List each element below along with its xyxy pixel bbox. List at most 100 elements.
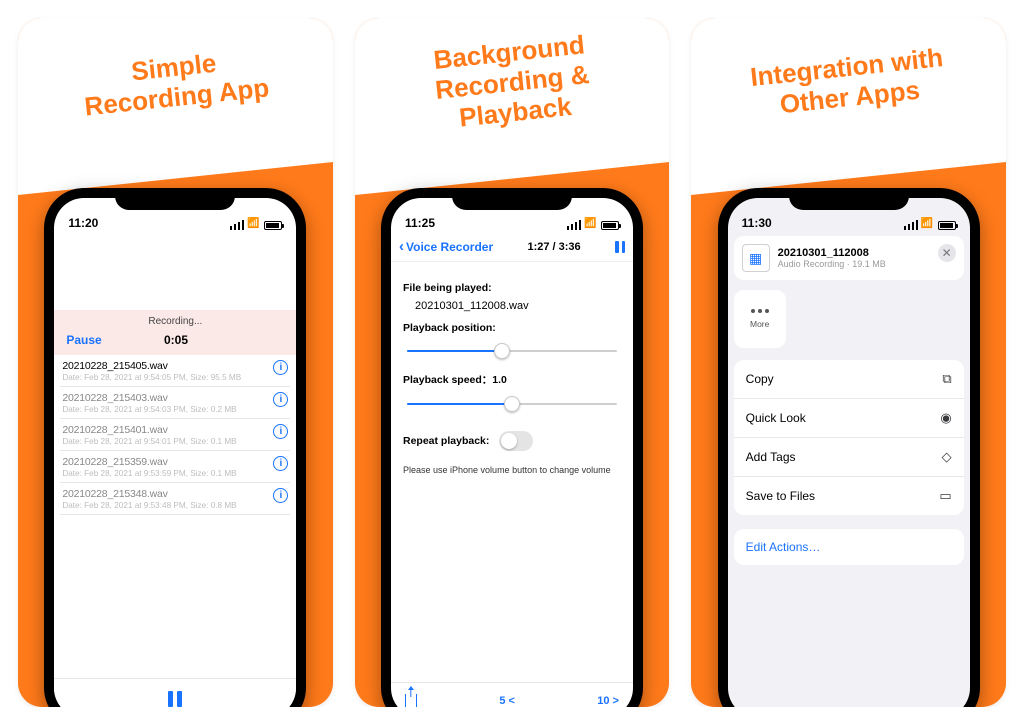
file-name: 20210228_215401.wav [62,424,267,436]
file-name: 20210228_215348.wav [62,488,267,500]
panel-title: Integration with Other Apps [719,40,977,126]
eye-icon: ◉ [940,410,951,426]
device-notch [452,188,572,210]
action-label: Quick Look [746,411,806,425]
playback-position-label: Playback position: [403,322,621,334]
file-meta: Date: Feb 28, 2021 at 9:54:03 PM, Size: … [62,405,267,414]
pause-icon[interactable] [168,691,182,707]
action-save-to-files[interactable]: Save to Files ▭ [734,477,964,515]
seek-back-button[interactable]: 5 < [499,695,515,707]
repeat-label: Repeat playback: [403,435,489,447]
edit-actions-button[interactable]: Edit Actions… [734,529,964,565]
playback-speed-label: Playback speed：1.0 [403,372,621,387]
volume-hint: Please use iPhone volume button to chang… [403,465,621,475]
device-frame: 11:20 Recording... Pause 0:05 [44,188,306,707]
panel-title-band: Simple Recording App [18,18,333,198]
wifi-icon [585,220,597,230]
pause-button[interactable]: Pause [66,333,101,347]
file-being-played-value: 20210301_112008.wav [415,300,621,312]
info-icon[interactable]: i [273,488,288,503]
app-screen-recording: 11:20 Recording... Pause 0:05 [54,198,296,707]
status-icons [230,220,282,230]
playback-progress-label: 1:27 / 3:36 [493,241,615,253]
wifi-icon [922,220,934,230]
nav-bar: ‹ Voice Recorder 1:27 / 3:36 [391,232,633,262]
promo-panels: Simple Recording App 11:20 Recording... … [0,0,1024,707]
signal-icon [567,220,581,230]
share-file-subtitle: Audio Recording · 19.1 MB [778,259,886,269]
share-file-title: 20210301_112008 [778,247,886,259]
battery-icon [938,221,956,230]
actions-list: Copy ⧉ Quick Look ◉ Add Tags ◇ Save to F… [734,360,964,515]
file-meta: Date: Feb 28, 2021 at 9:53:59 PM, Size: … [62,469,267,478]
app-screen-playback: 11:25 ‹ Voice Recorder 1:27 / 3:36 [391,198,633,707]
status-time: 11:20 [68,216,98,230]
wifi-icon [248,220,260,230]
promo-panel-3: Integration with Other Apps 11:30 ▦ 2021… [691,18,1006,707]
file-name: 20210228_215403.wav [62,392,267,404]
audio-file-icon: ▦ [742,244,770,272]
panel-title: Simple Recording App [50,40,300,125]
action-copy[interactable]: Copy ⧉ [734,360,964,399]
list-item[interactable]: 20210228_215348.wav Date: Feb 28, 2021 a… [60,483,290,515]
battery-icon [264,221,282,230]
folder-icon: ▭ [939,488,951,504]
copy-icon: ⧉ [942,371,951,387]
panel-title-band: Background Recording & Playback [355,18,670,198]
bottom-toolbar [54,678,296,707]
tag-icon: ◇ [942,449,952,465]
signal-icon [230,220,244,230]
info-icon[interactable]: i [273,392,288,407]
more-button[interactable]: More [734,290,786,348]
panel-title: Background Recording & Playback [401,27,624,139]
pause-icon[interactable] [615,241,625,253]
device-frame: 11:30 ▦ 20210301_112008 Audio Recording … [718,188,980,707]
status-time: 11:30 [742,216,772,230]
back-button[interactable]: ‹ Voice Recorder [399,238,493,255]
playback-position-slider[interactable] [407,340,617,362]
action-label: Save to Files [746,489,815,503]
info-icon[interactable]: i [273,424,288,439]
device-notch [789,188,909,210]
recording-status-label: Recording... [62,316,288,327]
recording-timer: 0:05 [164,333,188,347]
list-item[interactable]: 20210228_215403.wav Date: Feb 28, 2021 a… [60,387,290,419]
action-label: Add Tags [746,450,796,464]
file-name: 20210228_215405.wav [62,360,267,372]
file-meta: Date: Feb 28, 2021 at 9:54:05 PM, Size: … [62,373,267,382]
info-icon[interactable]: i [273,456,288,471]
recordings-list: 20210228_215405.wav Date: Feb 28, 2021 a… [54,355,296,515]
device-notch [115,188,235,210]
action-label: Copy [746,372,774,386]
playback-content: File being played: 20210301_112008.wav P… [391,262,633,485]
bottom-toolbar: 5 < 10 > [391,682,633,707]
file-meta: Date: Feb 28, 2021 at 9:53:48 PM, Size: … [62,501,267,510]
share-icon[interactable] [405,694,417,707]
file-name: 20210228_215359.wav [62,456,267,468]
list-item[interactable]: 20210228_215405.wav Date: Feb 28, 2021 a… [60,355,290,387]
more-label: More [750,319,769,329]
battery-icon [601,221,619,230]
signal-icon [904,220,918,230]
back-label: Voice Recorder [406,240,493,254]
app-screen-sharesheet: 11:30 ▦ 20210301_112008 Audio Recording … [728,198,970,707]
seek-forward-button[interactable]: 10 > [597,695,619,707]
panel-title-band: Integration with Other Apps [691,18,1006,198]
promo-panel-2: Background Recording & Playback 11:25 ‹ … [355,18,670,707]
info-icon[interactable]: i [273,360,288,375]
device-frame: 11:25 ‹ Voice Recorder 1:27 / 3:36 [381,188,643,707]
playback-speed-slider[interactable] [407,393,617,415]
action-quicklook[interactable]: Quick Look ◉ [734,399,964,438]
action-add-tags[interactable]: Add Tags ◇ [734,438,964,477]
repeat-toggle[interactable] [499,431,533,451]
file-being-played-label: File being played: [403,282,621,294]
status-icons [904,220,956,230]
close-icon[interactable]: ✕ [938,244,956,262]
promo-panel-1: Simple Recording App 11:20 Recording... … [18,18,333,707]
share-file-header: ▦ 20210301_112008 Audio Recording · 19.1… [734,236,964,280]
list-item[interactable]: 20210228_215401.wav Date: Feb 28, 2021 a… [60,419,290,451]
file-meta: Date: Feb 28, 2021 at 9:54:01 PM, Size: … [62,437,267,446]
status-icons [567,220,619,230]
chevron-left-icon: ‹ [399,238,404,255]
list-item[interactable]: 20210228_215359.wav Date: Feb 28, 2021 a… [60,451,290,483]
